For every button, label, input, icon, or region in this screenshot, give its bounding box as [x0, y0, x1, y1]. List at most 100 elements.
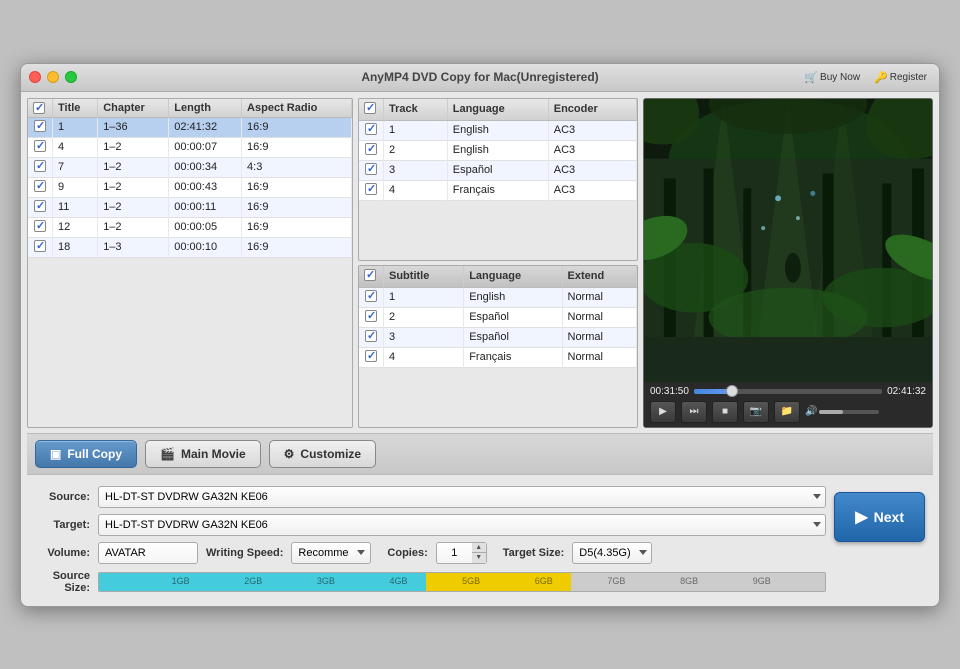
title-checkbox[interactable] [34, 240, 46, 252]
title-row-check[interactable] [28, 217, 53, 237]
title-chapter: 1–2 [98, 137, 169, 157]
subtitle-table-row[interactable]: 1 English Normal [359, 287, 637, 307]
select-all-checkbox[interactable] [33, 102, 45, 114]
top-section: Title Chapter Length Aspect Radio 1 1–36… [27, 98, 933, 428]
title-check-header[interactable] [28, 99, 53, 118]
track-row-check[interactable] [359, 140, 384, 160]
source-dropdown[interactable]: HL-DT-ST DVDRW GA32N KE06 [98, 486, 826, 508]
target-size-label: Target Size: [503, 547, 565, 559]
buy-now-button[interactable]: 🛒 Buy Now [800, 69, 864, 86]
track-language: Français [447, 180, 548, 200]
writing-speed-dropdown[interactable]: Recomme [291, 542, 371, 564]
target-size-dropdown[interactable]: D5(4.35G) [572, 542, 651, 564]
track-language: English [447, 120, 548, 140]
track-row-check[interactable] [359, 180, 384, 200]
copies-decrement[interactable]: ▼ [472, 553, 486, 563]
volume-bar[interactable] [819, 410, 879, 414]
copies-input[interactable] [436, 542, 472, 564]
track-checkbox[interactable] [365, 183, 377, 195]
main-movie-button[interactable]: 🎬 Main Movie [145, 440, 261, 468]
subtitle-table-row[interactable]: 3 Español Normal [359, 327, 637, 347]
target-label: Target: [35, 519, 90, 531]
title-row-check[interactable] [28, 237, 53, 257]
track-row-check[interactable] [359, 160, 384, 180]
target-dropdown[interactable]: HL-DT-ST DVDRW GA32N KE06 [98, 514, 826, 536]
title-row-check[interactable] [28, 137, 53, 157]
video-preview [644, 99, 932, 382]
title-table-row[interactable]: 18 1–3 00:00:10 16:9 [28, 237, 352, 257]
title-length: 00:00:10 [169, 237, 242, 257]
volume-input[interactable] [98, 542, 198, 564]
track-table-row[interactable]: 1 English AC3 [359, 120, 637, 140]
sub-all-checkbox[interactable] [364, 269, 376, 281]
copies-increment[interactable]: ▲ [472, 543, 486, 554]
title-row-check[interactable] [28, 117, 53, 137]
maximize-button[interactable] [65, 71, 77, 83]
title-table-row[interactable]: 7 1–2 00:00:34 4:3 [28, 157, 352, 177]
sub-row-check[interactable] [359, 327, 384, 347]
folder-button[interactable]: 📁 [774, 401, 800, 423]
sub-extend: Normal [562, 287, 637, 307]
stop-button[interactable]: ■ [712, 401, 738, 423]
track-table-row[interactable]: 3 Español AC3 [359, 160, 637, 180]
close-button[interactable] [29, 71, 41, 83]
title-length: 00:00:34 [169, 157, 242, 177]
track-checkbox[interactable] [365, 143, 377, 155]
track-table-row[interactable]: 2 English AC3 [359, 140, 637, 160]
next-button[interactable]: ▶ Next [834, 492, 925, 542]
track-encoder: AC3 [548, 120, 636, 140]
sub-check-header[interactable] [359, 266, 384, 288]
volume-row: Volume: Writing Speed: Recomme Copies: ▲ [35, 542, 826, 564]
track-table-row[interactable]: 4 Français AC3 [359, 180, 637, 200]
title-chapter: 1–2 [98, 197, 169, 217]
sub-language: Français [464, 347, 562, 367]
play-button[interactable]: ▶ [650, 401, 676, 423]
sub-row-check[interactable] [359, 287, 384, 307]
next-frame-button[interactable]: ⏭ [681, 401, 707, 423]
title-table-row[interactable]: 12 1–2 00:00:05 16:9 [28, 217, 352, 237]
title-aspect: 4:3 [242, 157, 352, 177]
sub-num: 1 [384, 287, 464, 307]
progress-bar[interactable] [694, 389, 882, 394]
title-checkbox[interactable] [34, 180, 46, 192]
register-button[interactable]: 🔑 Register [870, 69, 931, 86]
title-checkbox[interactable] [34, 200, 46, 212]
subtitle-table: Subtitle Language Extend 1 English Norma… [358, 265, 638, 428]
main-content: Title Chapter Length Aspect Radio 1 1–36… [21, 92, 939, 606]
key-icon: 🔑 [874, 71, 888, 84]
track-all-checkbox[interactable] [364, 102, 376, 114]
title-checkbox[interactable] [34, 160, 46, 172]
minimize-button[interactable] [47, 71, 59, 83]
sub-checkbox[interactable] [365, 290, 377, 302]
title-checkbox[interactable] [34, 220, 46, 232]
title-checkbox[interactable] [34, 140, 46, 152]
title-aspect: 16:9 [242, 117, 352, 137]
sub-checkbox[interactable] [365, 330, 377, 342]
sub-row-check[interactable] [359, 347, 384, 367]
track-check-header[interactable] [359, 99, 384, 121]
sub-checkbox[interactable] [365, 350, 377, 362]
next-arrow-icon: ▶ [855, 507, 867, 527]
full-copy-button[interactable]: ▣ Full Copy [35, 440, 137, 468]
customize-button[interactable]: ⚙ Customize [269, 440, 376, 468]
title-row-check[interactable] [28, 197, 53, 217]
title-table-row[interactable]: 11 1–2 00:00:11 16:9 [28, 197, 352, 217]
title-length: 00:00:07 [169, 137, 242, 157]
sub-row-check[interactable] [359, 307, 384, 327]
title-table-row[interactable]: 4 1–2 00:00:07 16:9 [28, 137, 352, 157]
title-table-row[interactable]: 9 1–2 00:00:43 16:9 [28, 177, 352, 197]
progress-thumb[interactable] [726, 385, 738, 397]
title-table-row[interactable]: 1 1–36 02:41:32 16:9 [28, 117, 352, 137]
title-row-check[interactable] [28, 177, 53, 197]
subtitle-table-row[interactable]: 4 Français Normal [359, 347, 637, 367]
title-checkbox[interactable] [34, 120, 46, 132]
title-row-check[interactable] [28, 157, 53, 177]
track-row-check[interactable] [359, 120, 384, 140]
volume-label: Volume: [35, 547, 90, 559]
window-title: AnyMP4 DVD Copy for Mac(Unregistered) [361, 70, 598, 84]
screenshot-button[interactable]: 📷 [743, 401, 769, 423]
track-checkbox[interactable] [365, 163, 377, 175]
subtitle-table-row[interactable]: 2 Español Normal [359, 307, 637, 327]
track-checkbox[interactable] [365, 123, 377, 135]
sub-checkbox[interactable] [365, 310, 377, 322]
